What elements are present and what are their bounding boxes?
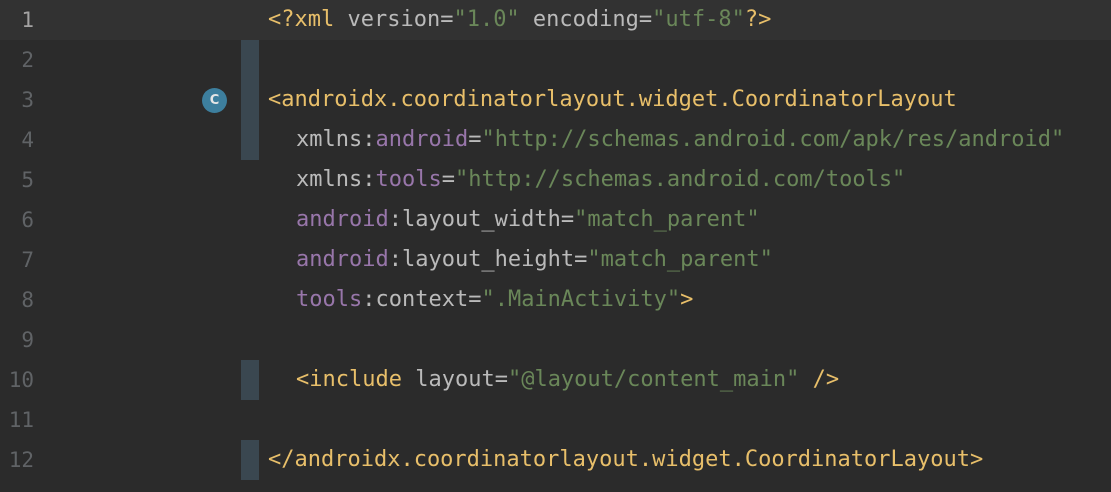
- line-number: 3: [21, 88, 34, 112]
- line-number: 4: [21, 128, 34, 152]
- line-number: 9: [21, 328, 34, 352]
- line-number: 5: [21, 168, 34, 192]
- xml-attribute: encoding: [519, 7, 639, 32]
- attribute-value: "@layout/content_main": [507, 367, 800, 392]
- xmlns-prefix: xmlns:: [296, 167, 376, 192]
- equals-sign: =: [560, 207, 575, 232]
- xml-attribute: :layout_height: [388, 247, 575, 272]
- equals-sign: =: [494, 367, 508, 392]
- attribute-value: "match_parent": [587, 247, 773, 272]
- self-close: />: [799, 367, 840, 392]
- attribute-value: "http://schemas.android.com/apk/res/andr…: [481, 127, 1065, 152]
- code-line[interactable]: 1 <?xml version="1.0" encoding="utf-8"?>: [0, 0, 1111, 40]
- equals-sign: =: [468, 127, 482, 152]
- code-text: </androidx.coordinatorlayout.widget.Coor…: [268, 440, 983, 480]
- closing-tag: </androidx.coordinatorlayout.widget.Coor…: [268, 447, 984, 472]
- line-number: 1: [21, 8, 34, 32]
- code-line[interactable]: 10 <include layout="@layout/content_main…: [0, 360, 1111, 400]
- xml-attribute: :layout_width: [388, 207, 561, 232]
- xmlns-prefix: xmlns:: [296, 127, 376, 152]
- xml-attribute: layout: [415, 367, 495, 392]
- attribute-value: "match_parent": [574, 207, 760, 232]
- equals-sign: =: [638, 7, 653, 32]
- attribute-value: "utf-8": [652, 7, 745, 32]
- line-number: 2: [21, 48, 34, 72]
- code-line[interactable]: 5 xmlns:tools="http://schemas.android.co…: [0, 160, 1111, 200]
- code-text: android:layout_height="match_parent": [296, 240, 773, 280]
- include-tag: <include: [296, 367, 416, 392]
- line-number: 7: [21, 248, 34, 272]
- equals-sign: =: [468, 287, 482, 312]
- equals-sign: =: [441, 167, 455, 192]
- code-editor[interactable]: C 1 <?xml version="1.0" encoding="utf-8"…: [0, 0, 1111, 492]
- attribute-value: ".MainActivity": [481, 287, 681, 312]
- code-line[interactable]: 4 xmlns:android="http://schemas.android.…: [0, 120, 1111, 160]
- namespace-name: tools: [375, 167, 442, 192]
- code-text: xmlns:tools="http://schemas.android.com/…: [296, 160, 905, 200]
- code-text: xmlns:android="http://schemas.android.co…: [296, 120, 1064, 160]
- namespace-name: android: [375, 127, 469, 152]
- code-text: tools:context=".MainActivity">: [296, 280, 693, 320]
- line-number: 8: [21, 288, 34, 312]
- namespace-prefix: android: [296, 207, 389, 232]
- line-number: 11: [8, 408, 34, 432]
- tag-close: >: [680, 287, 694, 312]
- code-line[interactable]: 7 android:layout_height="match_parent": [0, 240, 1111, 280]
- xml-attribute: :context: [362, 287, 469, 312]
- equals-sign: =: [440, 7, 454, 32]
- attribute-value: "1.0": [453, 7, 520, 32]
- equals-sign: =: [574, 247, 588, 272]
- namespace-prefix: tools: [296, 287, 363, 312]
- line-number: 6: [21, 208, 34, 232]
- code-line[interactable]: 8 tools:context=".MainActivity">: [0, 280, 1111, 320]
- xml-declaration-close: ?>: [744, 7, 772, 32]
- code-line[interactable]: 2: [0, 40, 1111, 80]
- code-text: <include layout="@layout/content_main" /…: [296, 360, 839, 400]
- opening-tag: <androidx.coordinatorlayout.widget.Coord…: [268, 87, 957, 112]
- line-number: 12: [8, 448, 34, 472]
- code-line[interactable]: 9: [0, 320, 1111, 360]
- line-number: 10: [8, 368, 34, 392]
- code-line[interactable]: 11: [0, 400, 1111, 440]
- code-line[interactable]: 3 <androidx.coordinatorlayout.widget.Coo…: [0, 80, 1111, 120]
- code-text: <androidx.coordinatorlayout.widget.Coord…: [268, 80, 957, 120]
- xml-attribute: version: [347, 7, 441, 32]
- xml-declaration-open: <?xml: [268, 7, 348, 32]
- code-line[interactable]: 6 android:layout_width="match_parent": [0, 200, 1111, 240]
- code-line[interactable]: 12 </androidx.coordinatorlayout.widget.C…: [0, 440, 1111, 480]
- attribute-value: "http://schemas.android.com/tools": [454, 167, 906, 192]
- namespace-prefix: android: [296, 247, 389, 272]
- code-text: <?xml version="1.0" encoding="utf-8"?>: [268, 0, 771, 40]
- code-text: android:layout_width="match_parent": [296, 200, 760, 240]
